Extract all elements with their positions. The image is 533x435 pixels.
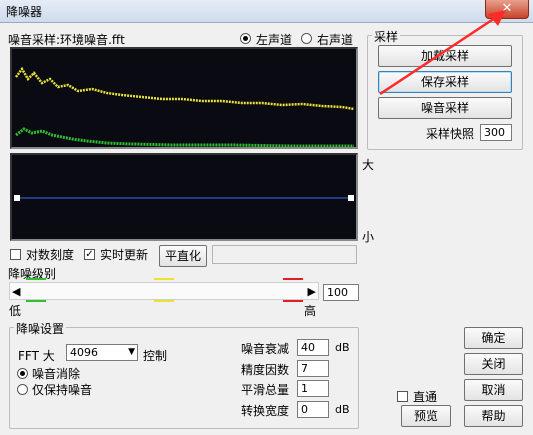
precision-input[interactable]: 7 bbox=[297, 360, 329, 377]
spectrum-yellow-trace bbox=[15, 66, 355, 111]
keep-noise-radio[interactable] bbox=[17, 384, 28, 395]
noise-sample-button[interactable]: 噪音采样 bbox=[378, 97, 512, 119]
level-high-label: 高 bbox=[304, 304, 317, 318]
precision-label: 精度因数 bbox=[241, 363, 290, 377]
right-channel-radio[interactable] bbox=[301, 33, 312, 44]
status-field bbox=[212, 245, 357, 264]
noise-cancel-label: 噪音消除 bbox=[32, 367, 81, 381]
snapshot-label: 采样快照 bbox=[426, 127, 475, 141]
reduction-level-input[interactable]: 100 bbox=[323, 284, 359, 301]
transition-label: 转换宽度 bbox=[241, 404, 290, 418]
fft-size-value: 4096 bbox=[70, 346, 98, 359]
snapshot-input[interactable]: 300 bbox=[480, 124, 512, 141]
slider-marker-yellow-top bbox=[154, 278, 174, 280]
large-label: 大 bbox=[362, 158, 375, 172]
close-button[interactable]: 关闭 bbox=[464, 353, 523, 375]
keep-noise-label: 仅保持噪音 bbox=[32, 383, 93, 397]
preview-button[interactable]: 预览 bbox=[401, 405, 451, 427]
attenuation-label: 噪音衰减 bbox=[241, 342, 290, 356]
slider-marker-yellow-bottom bbox=[154, 300, 174, 302]
attenuation-input[interactable]: 40 bbox=[297, 339, 329, 356]
slider-left-arrow[interactable]: ◀ bbox=[12, 285, 20, 298]
ok-button[interactable]: 确定 bbox=[464, 327, 523, 349]
level-low-label: 低 bbox=[9, 304, 22, 318]
chevron-down-icon: ▼ bbox=[128, 347, 135, 357]
noise-spectrum-panel bbox=[10, 47, 358, 149]
reduction-curve-panel[interactable] bbox=[10, 153, 358, 241]
transition-input[interactable]: 0 bbox=[297, 401, 329, 418]
reduction-level-slider[interactable]: ◀ ▶ bbox=[9, 282, 319, 300]
slider-marker-red-bottom bbox=[283, 300, 303, 302]
fft-size-label: FFT 大 bbox=[18, 349, 55, 363]
slider-marker-green-bottom bbox=[26, 300, 46, 302]
flatten-button[interactable]: 平直化 bbox=[159, 245, 207, 267]
transition-unit: dB bbox=[335, 403, 350, 416]
smoothing-label: 平滑总量 bbox=[241, 383, 290, 397]
settings-group-title: 降噪设置 bbox=[14, 320, 67, 337]
slider-right-arrow[interactable]: ▶ bbox=[308, 285, 316, 298]
realtime-update-label: 实时更新 bbox=[100, 248, 149, 262]
bypass-checkbox[interactable] bbox=[397, 391, 408, 402]
left-channel-label: 左声道 bbox=[256, 33, 293, 47]
annotation-arrow-icon bbox=[379, 10, 506, 96]
spectrum-plot bbox=[15, 66, 355, 148]
right-channel-label: 右声道 bbox=[317, 33, 354, 47]
window-title: 降噪器 bbox=[6, 5, 43, 19]
small-label: 小 bbox=[362, 230, 375, 244]
bypass-label: 直通 bbox=[413, 390, 438, 404]
attenuation-unit: dB bbox=[335, 341, 350, 354]
fft-size-select[interactable]: 4096 ▼ bbox=[66, 344, 138, 361]
reduction-curve-plot bbox=[14, 195, 354, 201]
spectrum-green-trace bbox=[15, 127, 354, 148]
slider-marker-red-top bbox=[283, 278, 303, 280]
realtime-update-checkbox[interactable]: ✓ bbox=[84, 249, 95, 260]
log-scale-label: 对数刻度 bbox=[26, 248, 75, 262]
curve-handle-right[interactable] bbox=[348, 195, 354, 201]
cancel-button[interactable]: 取消 bbox=[464, 379, 523, 401]
log-scale-checkbox[interactable] bbox=[10, 249, 21, 260]
noise-cancel-radio[interactable] bbox=[17, 368, 28, 379]
curve-handle-left[interactable] bbox=[14, 195, 20, 201]
control-label: 控制 bbox=[143, 349, 168, 363]
left-channel-radio[interactable] bbox=[240, 33, 251, 44]
slider-marker-green-top bbox=[26, 278, 46, 280]
noise-sample-label: 噪音采样:环境噪音.fft bbox=[8, 33, 125, 47]
smoothing-input[interactable]: 1 bbox=[297, 380, 329, 397]
help-button[interactable]: 帮助 bbox=[464, 405, 523, 427]
